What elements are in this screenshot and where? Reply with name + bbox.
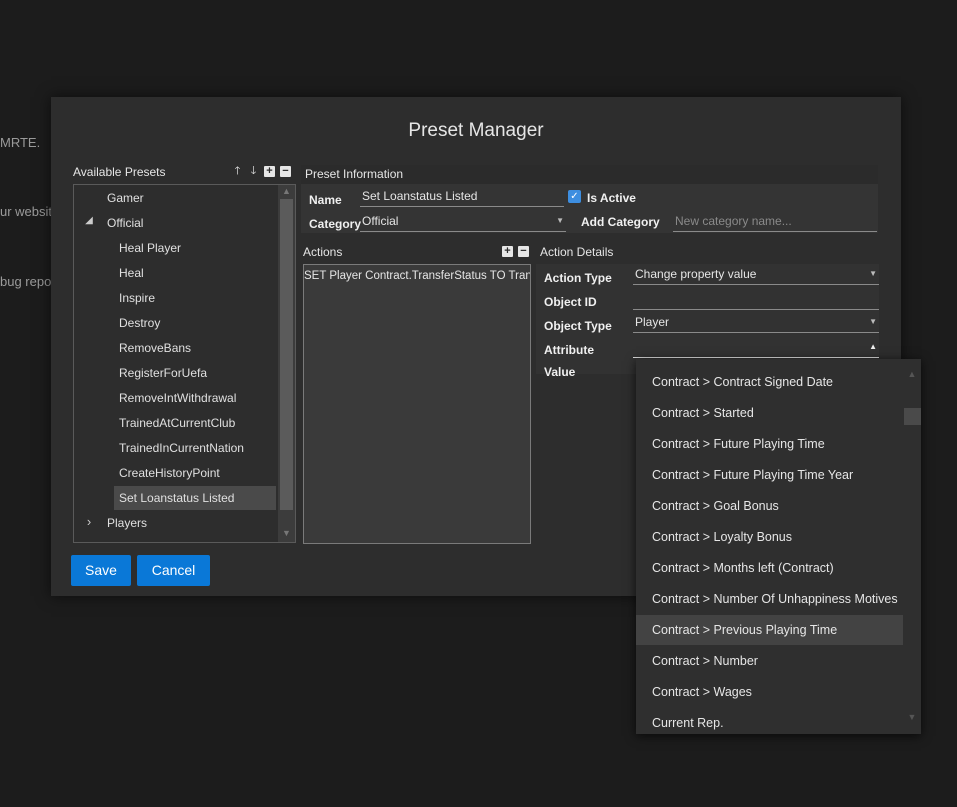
dropdown-option[interactable]: Contract > Loyalty Bonus	[636, 522, 904, 552]
tree-item-createhistorypoint[interactable]: CreateHistoryPoint	[119, 461, 220, 485]
cancel-button[interactable]: Cancel	[137, 555, 210, 586]
is-active-checkbox[interactable]: ✓	[568, 190, 581, 203]
add-action-icon[interactable]: +	[502, 246, 513, 257]
attribute-dropdown[interactable]: ▲	[633, 337, 879, 358]
tree-item-official[interactable]: Official	[107, 211, 143, 235]
dropdown-option[interactable]: Contract > Number Of Unhappiness Motives	[636, 584, 904, 614]
name-label: Name	[309, 193, 342, 207]
actions-list[interactable]: SET Player Contract.TransferStatus TO Tr…	[303, 264, 531, 544]
dropdown-scrollbar[interactable]: ▲ ▼	[903, 359, 921, 734]
tree-item-trainedincurrentnation[interactable]: TrainedInCurrentNation	[119, 436, 244, 460]
available-presets-header: Available Presets	[73, 165, 166, 179]
dropdown-option[interactable]: Contract > Contract Signed Date	[636, 367, 904, 397]
dropdown-option-highlighted[interactable]: Contract > Previous Playing Time	[636, 615, 904, 645]
add-category-label: Add Category	[581, 215, 660, 229]
dropdown-scrollbar-thumb[interactable]	[904, 408, 921, 425]
tree-item-label: Inspire	[119, 291, 156, 305]
dropdown-option[interactable]: Contract > Goal Bonus	[636, 491, 904, 521]
category-dropdown[interactable]: Official ▼	[360, 211, 566, 232]
presets-tree[interactable]: Gamer ◢ Official Heal Player Heal Inspir…	[73, 184, 296, 543]
tree-item-registerforuefa[interactable]: RegisterForUefa	[119, 361, 207, 385]
dropdown-option[interactable]: Contract > Months left (Contract)	[636, 553, 904, 583]
tree-item-label: TrainedAtCurrentClub	[119, 416, 236, 430]
tree-item-label: RegisterForUefa	[119, 366, 208, 380]
actions-header: Actions	[303, 245, 343, 259]
tree-item-destroy[interactable]: Destroy	[119, 311, 160, 335]
tree-item-gamer[interactable]: Gamer	[107, 186, 144, 210]
move-up-icon[interactable]: 🡑	[232, 166, 243, 177]
add-category-input[interactable]: New category name...	[673, 211, 877, 232]
tree-item-label: CreateHistoryPoint	[119, 466, 220, 480]
scroll-up-icon[interactable]: ▲	[903, 369, 921, 379]
scroll-down-icon[interactable]: ▼	[278, 528, 295, 538]
background-text-2: ur websit	[0, 204, 53, 219]
dropdown-arrow-up-icon: ▲	[869, 342, 877, 351]
tree-item-label: Official	[107, 216, 144, 230]
action-type-dropdown[interactable]: Change property value ▼	[633, 264, 879, 285]
list-item[interactable]: SET Player Contract.TransferStatus TO Tr…	[304, 267, 530, 285]
tree-item-label: Gamer	[107, 191, 144, 205]
tree-item-inspire[interactable]: Inspire	[119, 286, 155, 310]
tree-item-label: RemoveIntWithdrawal	[119, 391, 237, 405]
value-label: Value	[544, 365, 576, 379]
category-label: Category	[309, 217, 362, 231]
action-details-header: Action Details	[540, 245, 614, 259]
remove-preset-icon[interactable]: −	[280, 166, 291, 177]
attribute-dropdown-list[interactable]: Contract > Contract Signed Date Contract…	[636, 359, 921, 734]
collapse-arrow-icon[interactable]: ◢	[84, 215, 94, 226]
tree-scrollbar-thumb[interactable]	[280, 199, 293, 510]
dropdown-option[interactable]: Contract > Started	[636, 398, 904, 428]
object-id-label: Object ID	[544, 295, 597, 309]
tree-scrollbar[interactable]: ▲ ▼	[278, 185, 295, 542]
scroll-up-icon[interactable]: ▲	[278, 186, 295, 196]
background-text-3: bug repo	[0, 274, 52, 289]
tree-item-trainedatcurrentclub[interactable]: TrainedAtCurrentClub	[119, 411, 235, 435]
dialog-title: Preset Manager	[408, 120, 544, 141]
dropdown-arrow-icon: ▼	[556, 216, 564, 225]
tree-item-players[interactable]: Players	[107, 511, 147, 535]
tree-item-heal[interactable]: Heal	[119, 261, 144, 285]
move-down-icon[interactable]: 🡓	[248, 166, 259, 177]
expand-arrow-icon[interactable]: ›	[84, 514, 94, 529]
dropdown-arrow-icon: ▼	[869, 269, 877, 278]
name-input[interactable]: Set Loanstatus Listed	[360, 186, 564, 207]
scroll-down-icon[interactable]: ▼	[903, 712, 921, 722]
tree-item-label: Heal	[119, 266, 144, 280]
dropdown-arrow-icon: ▼	[869, 317, 877, 326]
add-preset-icon[interactable]: +	[264, 166, 275, 177]
tree-item-removeintwithdrawal[interactable]: RemoveIntWithdrawal	[119, 386, 236, 410]
save-button[interactable]: Save	[71, 555, 131, 586]
tree-item-label: Destroy	[119, 316, 161, 330]
remove-action-icon[interactable]: −	[518, 246, 529, 257]
action-type-value: Change property value	[635, 267, 757, 281]
attribute-label: Attribute	[544, 343, 594, 357]
category-value: Official	[362, 214, 399, 228]
tree-item-label: Heal Player	[119, 241, 182, 255]
background-text-1: MRTE.	[0, 135, 41, 150]
dropdown-option[interactable]: Current Rep.	[636, 708, 904, 734]
action-type-label: Action Type	[544, 271, 612, 285]
object-type-dropdown[interactable]: Player ▼	[633, 312, 879, 333]
dropdown-option[interactable]: Contract > Number	[636, 646, 904, 676]
tree-item-removebans[interactable]: RemoveBans	[119, 336, 191, 360]
is-active-label: Is Active	[587, 191, 636, 205]
tree-item-heal-player[interactable]: Heal Player	[119, 236, 181, 260]
dropdown-option[interactable]: Contract > Future Playing Time	[636, 429, 904, 459]
dropdown-option[interactable]: Contract > Wages	[636, 677, 904, 707]
dropdown-option[interactable]: Contract > Future Playing Time Year	[636, 460, 904, 490]
tree-item-label: RemoveBans	[119, 341, 192, 355]
tree-item-set-loanstatus-listed[interactable]: Set Loanstatus Listed	[114, 486, 276, 510]
preset-information-header: Preset Information	[305, 167, 404, 181]
object-id-input[interactable]	[633, 289, 879, 310]
tree-item-label: TrainedInCurrentNation	[119, 441, 244, 455]
object-type-value: Player	[635, 315, 670, 329]
object-type-label: Object Type	[544, 319, 612, 333]
tree-item-label: Players	[107, 516, 148, 530]
tree-item-label: Set Loanstatus Listed	[119, 491, 235, 505]
